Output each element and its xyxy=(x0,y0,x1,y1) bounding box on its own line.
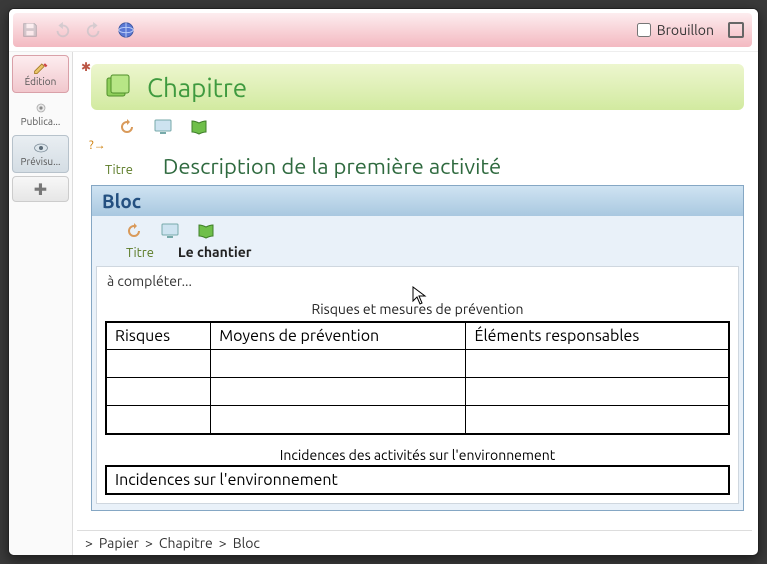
brouillon-text: Brouillon xyxy=(657,22,714,38)
crumb-chapitre[interactable]: Chapitre xyxy=(159,535,213,551)
bloc-titre-value[interactable]: Le chantier xyxy=(178,244,252,260)
col-risques[interactable]: Risques xyxy=(106,322,211,350)
crumb-papier[interactable]: Papier xyxy=(99,535,139,551)
chapitre-title: Chapitre xyxy=(147,73,247,102)
monitor-icon[interactable] xyxy=(160,222,180,240)
sidebar-tab-previsu[interactable]: Prévisu... xyxy=(12,135,69,173)
undo-icon[interactable] xyxy=(53,21,71,39)
table2-caption: Incidences des activités sur l'environne… xyxy=(105,445,730,465)
bloc-titre-label: Titre xyxy=(126,246,154,260)
bloc-container: Bloc Titre Le chantier à compléter.. xyxy=(91,185,744,511)
chapitre-header[interactable]: Chapitre xyxy=(91,64,744,110)
refresh-icon[interactable] xyxy=(117,118,137,136)
table-row xyxy=(106,350,729,378)
bloc-placeholder[interactable]: à compléter... xyxy=(105,271,730,297)
chapitre-titre-label: Titre xyxy=(105,163,133,177)
sidebar-label-previsu: Prévisu... xyxy=(20,156,60,167)
chapitre-mini-icons xyxy=(117,118,752,136)
hint-arrow: ?→ xyxy=(89,138,752,152)
brouillon-checkbox-label[interactable]: Brouillon xyxy=(637,22,714,38)
book-icon[interactable] xyxy=(196,222,216,240)
table1-caption: Risques et mesures de prévention xyxy=(105,297,730,321)
chapitre-titre-value[interactable]: Description de la première activité xyxy=(163,154,501,179)
table-row xyxy=(106,378,729,406)
toolbar: Brouillon xyxy=(13,13,752,47)
fullscreen-icon[interactable] xyxy=(728,22,744,38)
refresh-icon[interactable] xyxy=(124,222,144,240)
incidence-header[interactable]: Incidences sur l'environnement xyxy=(105,465,730,495)
sidebar-tab-edition[interactable]: Édition xyxy=(12,55,69,93)
sidebar-label-publica: Publica... xyxy=(21,116,61,127)
table-row xyxy=(106,406,729,434)
save-icon[interactable] xyxy=(21,21,39,39)
bloc-body: à compléter... Risques et mesures de pré… xyxy=(96,266,739,504)
breadcrumb: > Papier > Chapitre > Bloc xyxy=(77,530,752,555)
brouillon-checkbox[interactable] xyxy=(637,23,651,37)
sidebar-add-button[interactable]: ✚ xyxy=(12,176,69,202)
risks-table[interactable]: Risques Moyens de prévention Éléments re… xyxy=(105,321,730,435)
book-icon[interactable] xyxy=(189,118,209,136)
bloc-titre-row: Titre Le chantier xyxy=(92,242,743,266)
sidebar-label-edition: Édition xyxy=(25,76,57,87)
chapitre-icon xyxy=(105,74,133,100)
col-elements[interactable]: Éléments responsables xyxy=(466,322,729,350)
monitor-icon[interactable] xyxy=(153,118,173,136)
table-row: Risques Moyens de prévention Éléments re… xyxy=(106,322,729,350)
crumb-bloc[interactable]: Bloc xyxy=(233,535,260,551)
incidence-section: Incidences des activités sur l'environne… xyxy=(105,445,730,495)
sidebar-tab-publica[interactable]: Publica... xyxy=(12,95,69,133)
globe-icon[interactable] xyxy=(117,21,135,39)
redo-icon[interactable] xyxy=(85,21,103,39)
app-window: Brouillon Édition Publica... Prévisu... … xyxy=(8,8,759,556)
col-moyens[interactable]: Moyens de prévention xyxy=(211,322,466,350)
editor-content: ✱ Chapitre ?→ Titre Description de la pr… xyxy=(77,56,752,530)
toolbar-frame: Brouillon xyxy=(9,9,758,52)
bloc-header[interactable]: Bloc xyxy=(92,186,743,216)
chapitre-titre-row: Titre Description de la première activit… xyxy=(77,152,752,185)
required-marker-icon: ✱ xyxy=(81,60,91,74)
sidebar: Édition Publica... Prévisu... ✚ xyxy=(9,52,73,555)
bloc-mini-icons xyxy=(124,222,743,240)
